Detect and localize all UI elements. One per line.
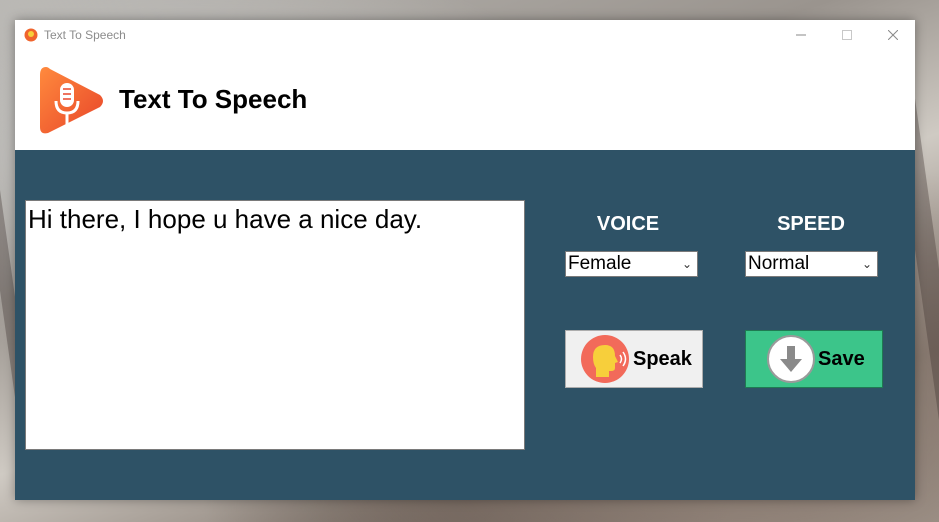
speed-label: SPEED [777, 213, 845, 235]
speak-button-label: Speak [633, 347, 692, 370]
maximize-button[interactable] [824, 20, 870, 50]
main-panel: Hi there, I hope u have a nice day. VOIC… [15, 150, 915, 500]
voice-selected-value: Female [568, 253, 632, 274]
app-header: Text To Speech [15, 50, 915, 150]
save-button[interactable]: Save [745, 330, 883, 388]
minimize-button[interactable] [778, 20, 824, 50]
microphone-play-icon [40, 67, 103, 134]
download-arrow-icon [767, 335, 815, 383]
app-heading: Text To Speech [119, 84, 308, 114]
text-input-area[interactable]: Hi there, I hope u have a nice day. [25, 200, 525, 450]
close-button[interactable] [870, 20, 916, 50]
voice-select[interactable]: Female ⌄ [565, 251, 698, 277]
close-icon [888, 30, 898, 40]
window-title: Text To Speech [44, 28, 126, 42]
chevron-down-icon: ⌄ [681, 257, 692, 271]
speed-select[interactable]: Normal ⌄ [745, 251, 878, 277]
title-bar[interactable]: Text To Speech [15, 20, 915, 50]
speed-selected-value: Normal [748, 253, 810, 274]
speaking-head-icon [581, 335, 629, 383]
save-button-label: Save [818, 347, 865, 370]
app-window: Text To Speech Text To Speech Hi there, … [15, 20, 915, 500]
voice-label: VOICE [596, 213, 660, 235]
speak-button[interactable]: Speak [565, 330, 703, 388]
chevron-down-icon: ⌄ [861, 257, 872, 271]
minimize-icon [796, 34, 806, 36]
maximize-icon [842, 30, 852, 40]
app-small-icon [24, 28, 38, 42]
